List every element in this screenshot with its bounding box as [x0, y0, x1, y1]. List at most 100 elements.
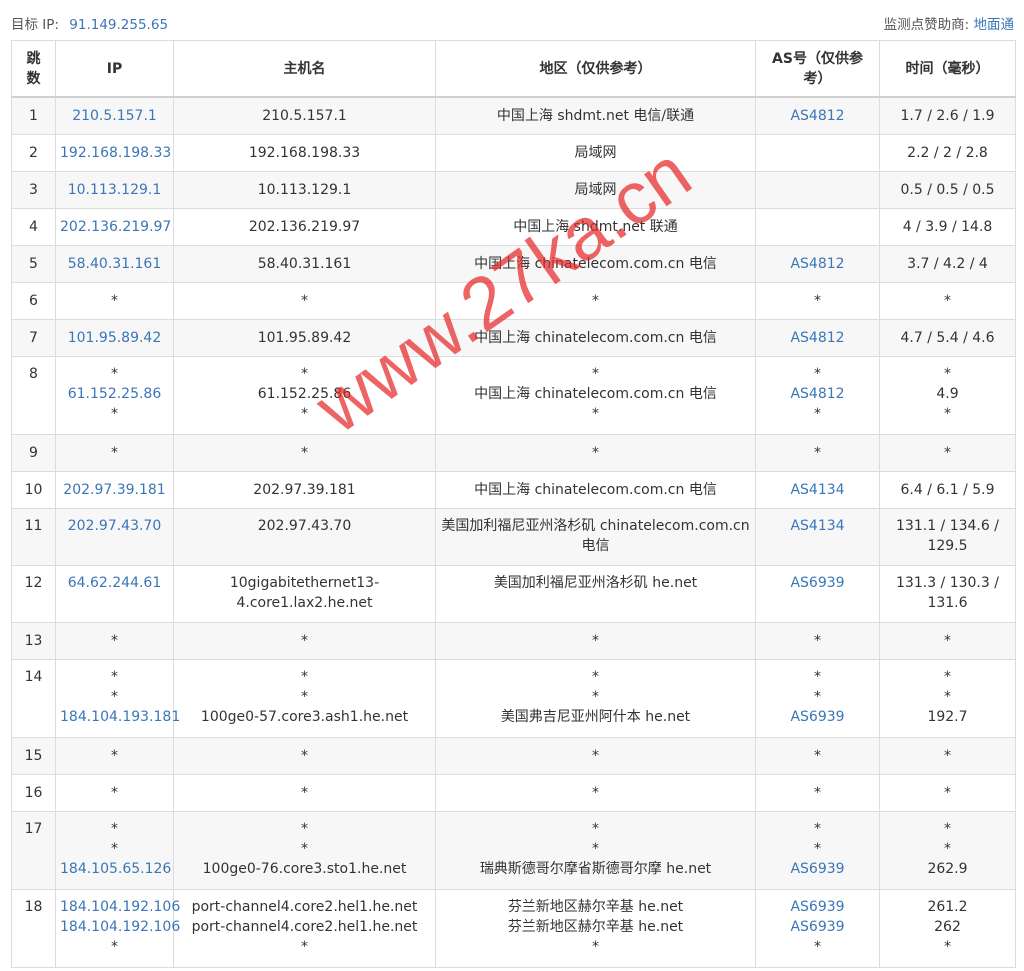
as-cell: AS4134	[755, 507, 880, 566]
time-cell: * * 262.9	[879, 810, 1016, 890]
ip-link[interactable]: 202.97.39.181	[60, 480, 169, 500]
ip-link[interactable]: 58.40.31.161	[60, 254, 169, 274]
as-cell: AS6939 AS6939 *	[755, 888, 880, 968]
hostname-value: 61.152.25.86	[257, 385, 352, 402]
ip-link[interactable]: 210.5.157.1	[60, 106, 169, 126]
hostname-cell: *	[173, 281, 436, 320]
traceroute-table: 跳数 IP 主机名 地区（仅供参考） AS号（仅供参考） 时间（毫秒） 1 210…	[11, 40, 1016, 968]
time-cell: 0.5 / 0.5 / 0.5	[879, 170, 1016, 209]
hostname-value: port-channel4.core2.hel1.he.net	[191, 898, 418, 915]
as-link[interactable]: AS4812	[760, 384, 875, 404]
hostname-value: *	[301, 820, 308, 837]
ip-link[interactable]: 184.104.193.181	[60, 707, 180, 727]
ip-link[interactable]: 202.97.43.70	[60, 516, 169, 536]
hostname-value: *	[301, 938, 308, 955]
as-link[interactable]: AS4812	[760, 328, 875, 348]
region-cell: * 中国上海 chinatelecom.com.cn 电信 *	[435, 355, 756, 435]
table-row: 13 * * * * *	[11, 621, 1016, 660]
as-link[interactable]: AS6939	[760, 707, 875, 727]
hostname-value: 202.97.43.70	[257, 517, 352, 534]
hostname-cell: 192.168.198.33	[173, 133, 436, 172]
hop-cell: 2	[11, 133, 56, 172]
hostname-cell: * * 100ge0-76.core3.sto1.he.net	[173, 810, 436, 890]
time-value: 4.9	[936, 385, 959, 402]
hop-cell: 18	[11, 888, 56, 968]
ip-link[interactable]: 64.62.244.61	[60, 573, 169, 593]
ip-value: *	[111, 938, 118, 955]
hostname-value: 10gigabitethernet13-4.core1.lax2.he.net	[229, 574, 380, 611]
hostname-cell: 101.95.89.42	[173, 318, 436, 357]
ip-value: *	[111, 784, 118, 801]
hop-cell: 11	[11, 507, 56, 566]
ip-cell: 101.95.89.42	[55, 318, 174, 357]
as-cell: AS4812	[755, 244, 880, 283]
time-cell: *	[879, 736, 1016, 775]
hop-cell: 1	[11, 96, 56, 135]
hostname-value: *	[301, 784, 308, 801]
as-link[interactable]: AS6939	[760, 573, 875, 593]
ip-cell: * * 184.105.65.126	[55, 810, 174, 890]
time-value: 192.7	[927, 708, 968, 725]
hop-cell: 13	[11, 621, 56, 660]
ip-value: *	[111, 688, 118, 705]
hostname-value: 192.168.198.33	[248, 144, 361, 161]
time-cell: 261.2 262 *	[879, 888, 1016, 968]
ip-cell: *	[55, 281, 174, 320]
hostname-value: 58.40.31.161	[257, 255, 352, 272]
as-link[interactable]: AS6939	[760, 897, 875, 917]
region-value: 美国加利福尼亚州洛杉矶 he.net	[493, 574, 698, 591]
table-row: 3 10.113.129.1 10.113.129.1 局域网 0.5 / 0.5 / …	[11, 170, 1016, 209]
table-row: 1 210.5.157.1 210.5.157.1 中国上海 shdmt.net 电信…	[11, 96, 1016, 135]
as-link[interactable]: AS4812	[760, 254, 875, 274]
hostname-cell: 10gigabitethernet13-4.core1.lax2.he.net	[173, 564, 436, 623]
ip-link[interactable]: 184.105.65.126	[60, 859, 171, 879]
sponsor-info: 监测点赞助商: 地面通	[884, 13, 1014, 33]
ip-link[interactable]: 101.95.89.42	[60, 328, 169, 348]
hostname-value: 100ge0-57.core3.ash1.he.net	[200, 708, 409, 725]
hostname-value: *	[301, 444, 308, 461]
ip-link[interactable]: 61.152.25.86	[60, 384, 169, 404]
hostname-value: *	[301, 365, 308, 382]
region-value: 芬兰新地区赫尔辛基 he.net	[507, 898, 684, 915]
as-cell	[755, 133, 880, 172]
sponsor-link[interactable]: 地面通	[974, 17, 1015, 33]
ip-cell: 58.40.31.161	[55, 244, 174, 283]
as-link[interactable]: AS6939	[760, 859, 875, 879]
ip-link[interactable]: 184.104.192.106	[60, 917, 180, 937]
table-row: 14 * * 184.104.193.181 * * 100ge0-57.core3.ash…	[11, 658, 1016, 738]
ip-link[interactable]: 10.113.129.1	[60, 180, 169, 200]
hostname-cell: 202.136.219.97	[173, 207, 436, 246]
time-cell: 131.1 / 134.6 / 129.5	[879, 507, 1016, 566]
hostname-value: *	[301, 292, 308, 309]
region-value: 中国上海 chinatelecom.com.cn 电信	[474, 481, 717, 498]
region-value: 局域网	[574, 144, 617, 161]
as-link[interactable]: AS6939	[760, 917, 875, 937]
hop-cell: 8	[11, 355, 56, 435]
as-link[interactable]: AS4812	[760, 106, 875, 126]
ip-cell: * 61.152.25.86 *	[55, 355, 174, 435]
ip-link[interactable]: 202.136.219.97	[60, 217, 171, 237]
hostname-cell: 10.113.129.1	[173, 170, 436, 209]
hostname-cell: *	[173, 433, 436, 472]
table-row: 11 202.97.43.70 202.97.43.70 美国加利福尼亚州洛杉矶 ch…	[11, 507, 1016, 566]
ip-link[interactable]: 192.168.198.33	[60, 143, 171, 163]
ip-value: *	[111, 444, 118, 461]
column-header-region: 地区（仅供参考）	[435, 40, 756, 98]
region-cell: 中国上海 chinatelecom.com.cn 电信	[435, 318, 756, 357]
ip-cell: 202.97.43.70	[55, 507, 174, 566]
as-cell: *	[755, 281, 880, 320]
table-row: 15 * * * * *	[11, 736, 1016, 775]
as-link[interactable]: AS4134	[760, 480, 875, 500]
as-link[interactable]: AS4134	[760, 516, 875, 536]
region-cell: 芬兰新地区赫尔辛基 he.net 芬兰新地区赫尔辛基 he.net *	[435, 888, 756, 968]
time-value: *	[944, 405, 951, 422]
region-value: 美国弗吉尼亚州阿什本 he.net	[500, 708, 691, 725]
ip-link[interactable]: 184.104.192.106	[60, 897, 180, 917]
time-value: 0.5 / 0.5 / 0.5	[900, 181, 995, 198]
region-cell: 局域网	[435, 170, 756, 209]
hop-cell: 10	[11, 470, 56, 509]
column-header-as: AS号（仅供参考）	[755, 40, 880, 98]
time-cell: 6.4 / 6.1 / 5.9	[879, 470, 1016, 509]
hostname-value: 10.113.129.1	[257, 181, 352, 198]
time-value: *	[944, 668, 951, 685]
